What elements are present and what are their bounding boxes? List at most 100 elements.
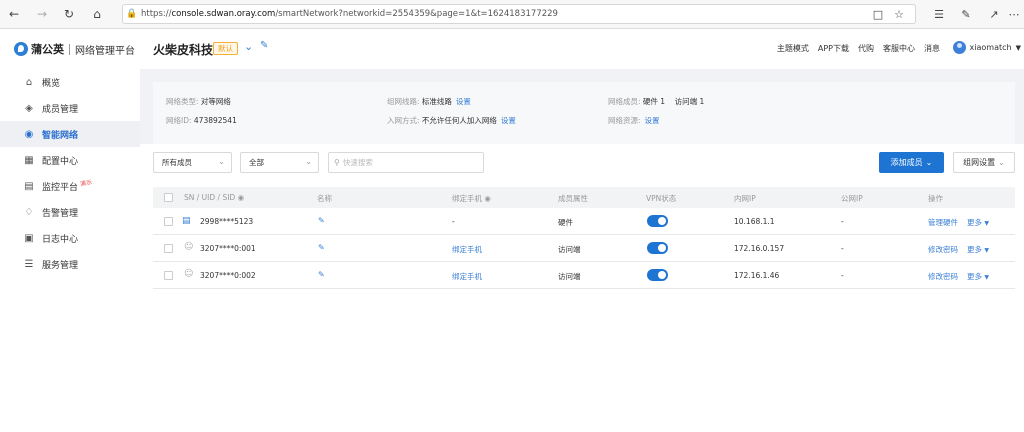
cell-public-ip: - (841, 271, 844, 280)
select-all-checkbox[interactable] (164, 193, 173, 202)
col-phone: 绑定手机 ◉ (452, 194, 491, 203)
vpn-toggle[interactable] (647, 269, 668, 281)
pen-icon[interactable]: ✎ (957, 5, 975, 23)
cell-attr: 访问端 (558, 272, 581, 281)
bind-phone-link[interactable]: 绑定手机 (452, 271, 482, 282)
type-filter-select[interactable]: 全部 ⌄ (240, 152, 319, 173)
favorites-list-icon[interactable]: ☰ (930, 5, 948, 23)
resources-settings-link[interactable]: 设置 (645, 116, 660, 125)
calendar-icon: ▣ (24, 232, 34, 244)
cell-public-ip: - (841, 244, 844, 253)
user-menu[interactable]: xiaomatch ▼ (952, 41, 1021, 54)
link-service-center[interactable]: 客服中心 (883, 43, 915, 54)
address-bar[interactable]: 🔒 https://console.sdwan.oray.com/smartNe… (122, 4, 916, 24)
network-line: 组网线路: 标准线路 设置 (387, 97, 471, 106)
sidebar-item-members[interactable]: ◈ 成员管理 (0, 95, 140, 121)
row-checkbox[interactable] (164, 217, 173, 226)
caret-down-icon: ▼ (984, 220, 990, 227)
sidebar-item-monitor[interactable]: ▤ 监控平台 演示 (0, 173, 140, 199)
network-title: 火柴皮科技 (153, 43, 214, 57)
sidebar-item-overview[interactable]: ⌂ 概览 (0, 69, 140, 95)
sidebar-item-label: 成员管理 (42, 104, 79, 115)
cell-sn: 2998****5123 (200, 217, 254, 226)
more-menu[interactable]: 更多 ▼ (967, 271, 989, 282)
chevron-down-icon: ⌄ (218, 157, 225, 166)
url-text: https://console.sdwan.oray.com/smartNetw… (141, 9, 558, 19)
add-member-button[interactable]: 添加成员 ⌄ (879, 152, 944, 173)
forward-icon[interactable]: → (33, 5, 51, 23)
user-icon: ☺ (184, 269, 194, 279)
join-method: 入网方式: 不允许任何人加入网络 设置 (387, 116, 516, 125)
home-icon[interactable]: ⌂ (88, 5, 106, 23)
sidebar: ⌂ 概览 ◈ 成员管理 ◉ 智能网络 ▦ 配置中心 ▤ 监控平台 演示 ♢ 告警管理 ▣ 日志… (0, 69, 140, 432)
col-vpn: VPN状态 (646, 194, 677, 203)
logo[interactable]: 蒲公英 网络管理平台 (14, 41, 135, 57)
row-checkbox[interactable] (164, 244, 173, 253)
refresh-icon[interactable]: ↻ (60, 5, 78, 23)
sidebar-item-config-center[interactable]: ▦ 配置中心 (0, 147, 140, 173)
search-input[interactable]: ⚲ 快速搜索 (328, 152, 484, 173)
network-switch-chevron-icon[interactable]: ⌄ (244, 40, 253, 53)
lock-icon: 🔒 (126, 9, 138, 19)
edit-name-pen-icon[interactable]: ✎ (318, 243, 325, 252)
logo-subtitle: 网络管理平台 (75, 45, 135, 57)
col-sn: SN / UID / SID ◉ (184, 193, 245, 202)
link-app-download[interactable]: APP下载 (818, 43, 849, 54)
sidebar-item-smart-network[interactable]: ◉ 智能网络 (0, 121, 140, 147)
reader-icon[interactable]: □ (869, 5, 887, 23)
vpn-toggle[interactable] (647, 215, 668, 227)
bind-phone-link[interactable]: 绑定手机 (452, 244, 482, 255)
user-icon: ☺ (184, 242, 194, 252)
cell-lan-ip: 172.16.0.157 (734, 244, 785, 253)
cell-public-ip: - (841, 217, 844, 226)
link-messages[interactable]: 消息 (924, 43, 940, 54)
cell-phone: - (452, 217, 455, 226)
sidebar-item-alerts[interactable]: ♢ 告警管理 (0, 199, 140, 225)
logo-divider (69, 43, 70, 55)
caret-down-icon: ▼ (1015, 43, 1021, 52)
edit-name-pen-icon[interactable]: ✎ (318, 216, 325, 225)
change-password-link[interactable]: 修改密码 (928, 271, 958, 282)
document-icon: ☰ (24, 258, 34, 270)
chevron-down-icon: ⌄ (305, 157, 312, 166)
sidebar-item-services[interactable]: ☰ 服务管理 (0, 251, 140, 277)
more-menu[interactable]: 更多 ▼ (967, 217, 989, 228)
member-filter-select[interactable]: 所有成员 ⌄ (153, 152, 232, 173)
more-icon[interactable]: ⋯ (1005, 5, 1023, 23)
link-purchase[interactable]: 代购 (858, 43, 874, 54)
edit-network-pen-icon[interactable]: ✎ (260, 40, 268, 51)
table-header: SN / UID / SID ◉ 名称 绑定手机 ◉ 成员属性 VPN状态 内网… (153, 187, 1015, 208)
table-row: ▤ 2998****5123 ✎ - 硬件 10.168.1.1 - 管理硬件 … (153, 208, 1015, 235)
search-icon: ⚲ (334, 158, 340, 167)
change-password-link[interactable]: 修改密码 (928, 244, 958, 255)
network-icon: ◉ (24, 128, 34, 140)
manage-hardware-link[interactable]: 管理硬件 (928, 217, 958, 228)
group-settings-button[interactable]: 组网设置 ⌄ (953, 152, 1015, 173)
bell-icon: ♢ (24, 206, 34, 218)
edit-name-pen-icon[interactable]: ✎ (318, 270, 325, 279)
join-settings-link[interactable]: 设置 (501, 116, 516, 125)
eye-icon[interactable]: ◉ (484, 194, 491, 203)
top-links: 主题模式 APP下载 代购 客服中心 消息 (777, 43, 940, 54)
browser-toolbar: ← → ↻ ⌂ 🔒 https://console.sdwan.oray.com… (0, 0, 1024, 29)
network-members: 网络成员: 硬件 1 访问端 1 (608, 97, 705, 106)
row-checkbox[interactable] (164, 271, 173, 280)
chevron-down-icon: ⌄ (998, 158, 1005, 167)
cell-sn: 3207****0:002 (200, 271, 256, 280)
link-theme-mode[interactable]: 主题模式 (777, 43, 809, 54)
caret-down-icon: ▼ (984, 274, 990, 281)
username: xiaomatch (969, 43, 1012, 52)
sidebar-item-label: 智能网络 (42, 130, 79, 141)
col-public-ip: 公网IP (841, 194, 863, 203)
eye-icon[interactable]: ◉ (238, 193, 245, 202)
vpn-toggle[interactable] (647, 242, 668, 254)
col-lan-ip: 内网IP (734, 194, 756, 203)
back-icon[interactable]: ← (5, 5, 23, 23)
favorite-star-icon[interactable]: ☆ (890, 5, 908, 23)
line-settings-link[interactable]: 设置 (456, 97, 471, 106)
network-id: 网络ID: 473892541 (166, 116, 237, 125)
share-icon[interactable]: ↗ (985, 5, 1003, 23)
sidebar-item-logs[interactable]: ▣ 日志中心 (0, 225, 140, 251)
more-menu[interactable]: 更多 ▼ (967, 244, 989, 255)
logo-name: 蒲公英 (31, 43, 64, 56)
